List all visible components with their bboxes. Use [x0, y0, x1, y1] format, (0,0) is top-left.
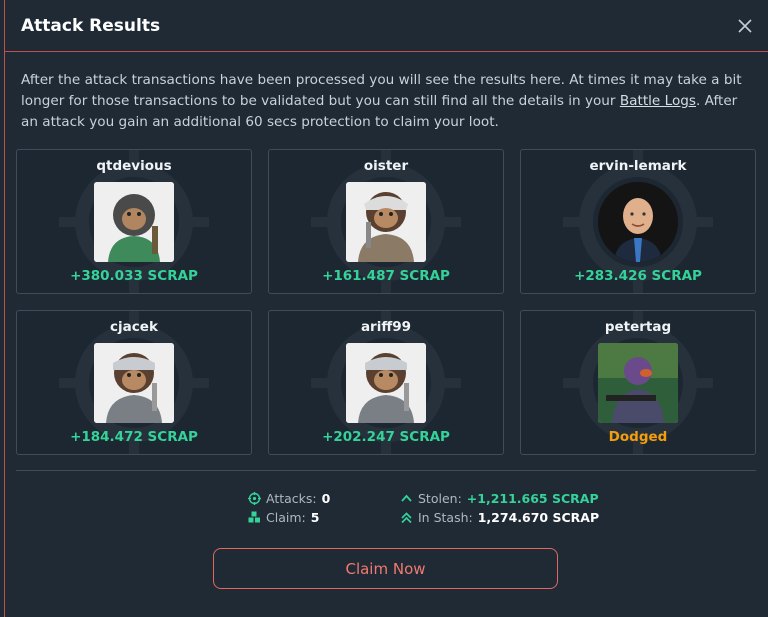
modal-title: Attack Results [21, 15, 161, 36]
claim-value: 5 [310, 510, 320, 525]
stash-value: 1,274.670 SCRAP [477, 510, 600, 525]
stats-right: Stolen: +1,211.665 SCRAP In Stash: 1,274… [400, 489, 599, 527]
attacks-stat: Attacks: 0 [248, 489, 330, 508]
battle-logs-link[interactable]: Battle Logs [620, 93, 696, 109]
target-result: Dodged [608, 429, 668, 445]
target-name: ariff99 [360, 319, 412, 335]
targets-grid: qtdevious +380.033 SCRAP oister +161.487 SC… [16, 149, 756, 455]
avatar [94, 182, 174, 262]
stolen-label: Stolen: [418, 491, 462, 506]
avatar [346, 343, 426, 423]
double-chevron-up-icon [400, 511, 413, 524]
stolen-value: +1,211.665 SCRAP [466, 491, 599, 506]
claim-stat: Claim: 5 [248, 508, 330, 527]
stolen-stat: Stolen: +1,211.665 SCRAP [400, 489, 599, 508]
crosshair-icon [248, 492, 261, 505]
target-result: +184.472 SCRAP [70, 429, 198, 445]
close-icon [738, 18, 752, 33]
stash-stat: In Stash: 1,274.670 SCRAP [400, 508, 599, 527]
target-card: qtdevious +380.033 SCRAP [16, 149, 252, 294]
chevron-up-icon [400, 492, 413, 505]
close-button[interactable] [730, 11, 760, 41]
modal-header: Attack Results [5, 0, 768, 52]
target-result: +380.033 SCRAP [70, 268, 198, 284]
target-card: ervin-lemark +283.426 SCRAP [520, 149, 756, 294]
attacks-label: Attacks: [266, 491, 317, 506]
target-card: oister +161.487 SCRAP [268, 149, 504, 294]
target-name: qtdevious [96, 158, 172, 174]
avatar [598, 343, 678, 423]
target-result: +202.247 SCRAP [322, 429, 450, 445]
boxes-icon [248, 511, 261, 524]
avatar [598, 182, 678, 262]
target-name: petertag [604, 319, 672, 335]
attacks-value: 0 [321, 491, 331, 506]
stats-left: Attacks: 0 Claim: 5 [248, 489, 330, 527]
stash-label: In Stash: [418, 510, 473, 525]
claim-label: Claim: [266, 510, 306, 525]
target-card: ariff99 +202.247 SCRAP [268, 310, 504, 455]
claim-now-button[interactable]: Claim Now [213, 548, 558, 589]
target-name: cjacek [110, 319, 158, 335]
target-result: +283.426 SCRAP [574, 268, 702, 284]
target-card: cjacek +184.472 SCRAP [16, 310, 252, 455]
results-description: After the attack transactions have been … [5, 52, 768, 136]
avatar [346, 182, 426, 262]
avatar [94, 343, 174, 423]
target-name: oister [363, 158, 409, 174]
target-card: petertag Dodged [520, 310, 756, 455]
target-name: ervin-lemark [589, 158, 687, 174]
divider [16, 470, 756, 471]
target-result: +161.487 SCRAP [322, 268, 450, 284]
